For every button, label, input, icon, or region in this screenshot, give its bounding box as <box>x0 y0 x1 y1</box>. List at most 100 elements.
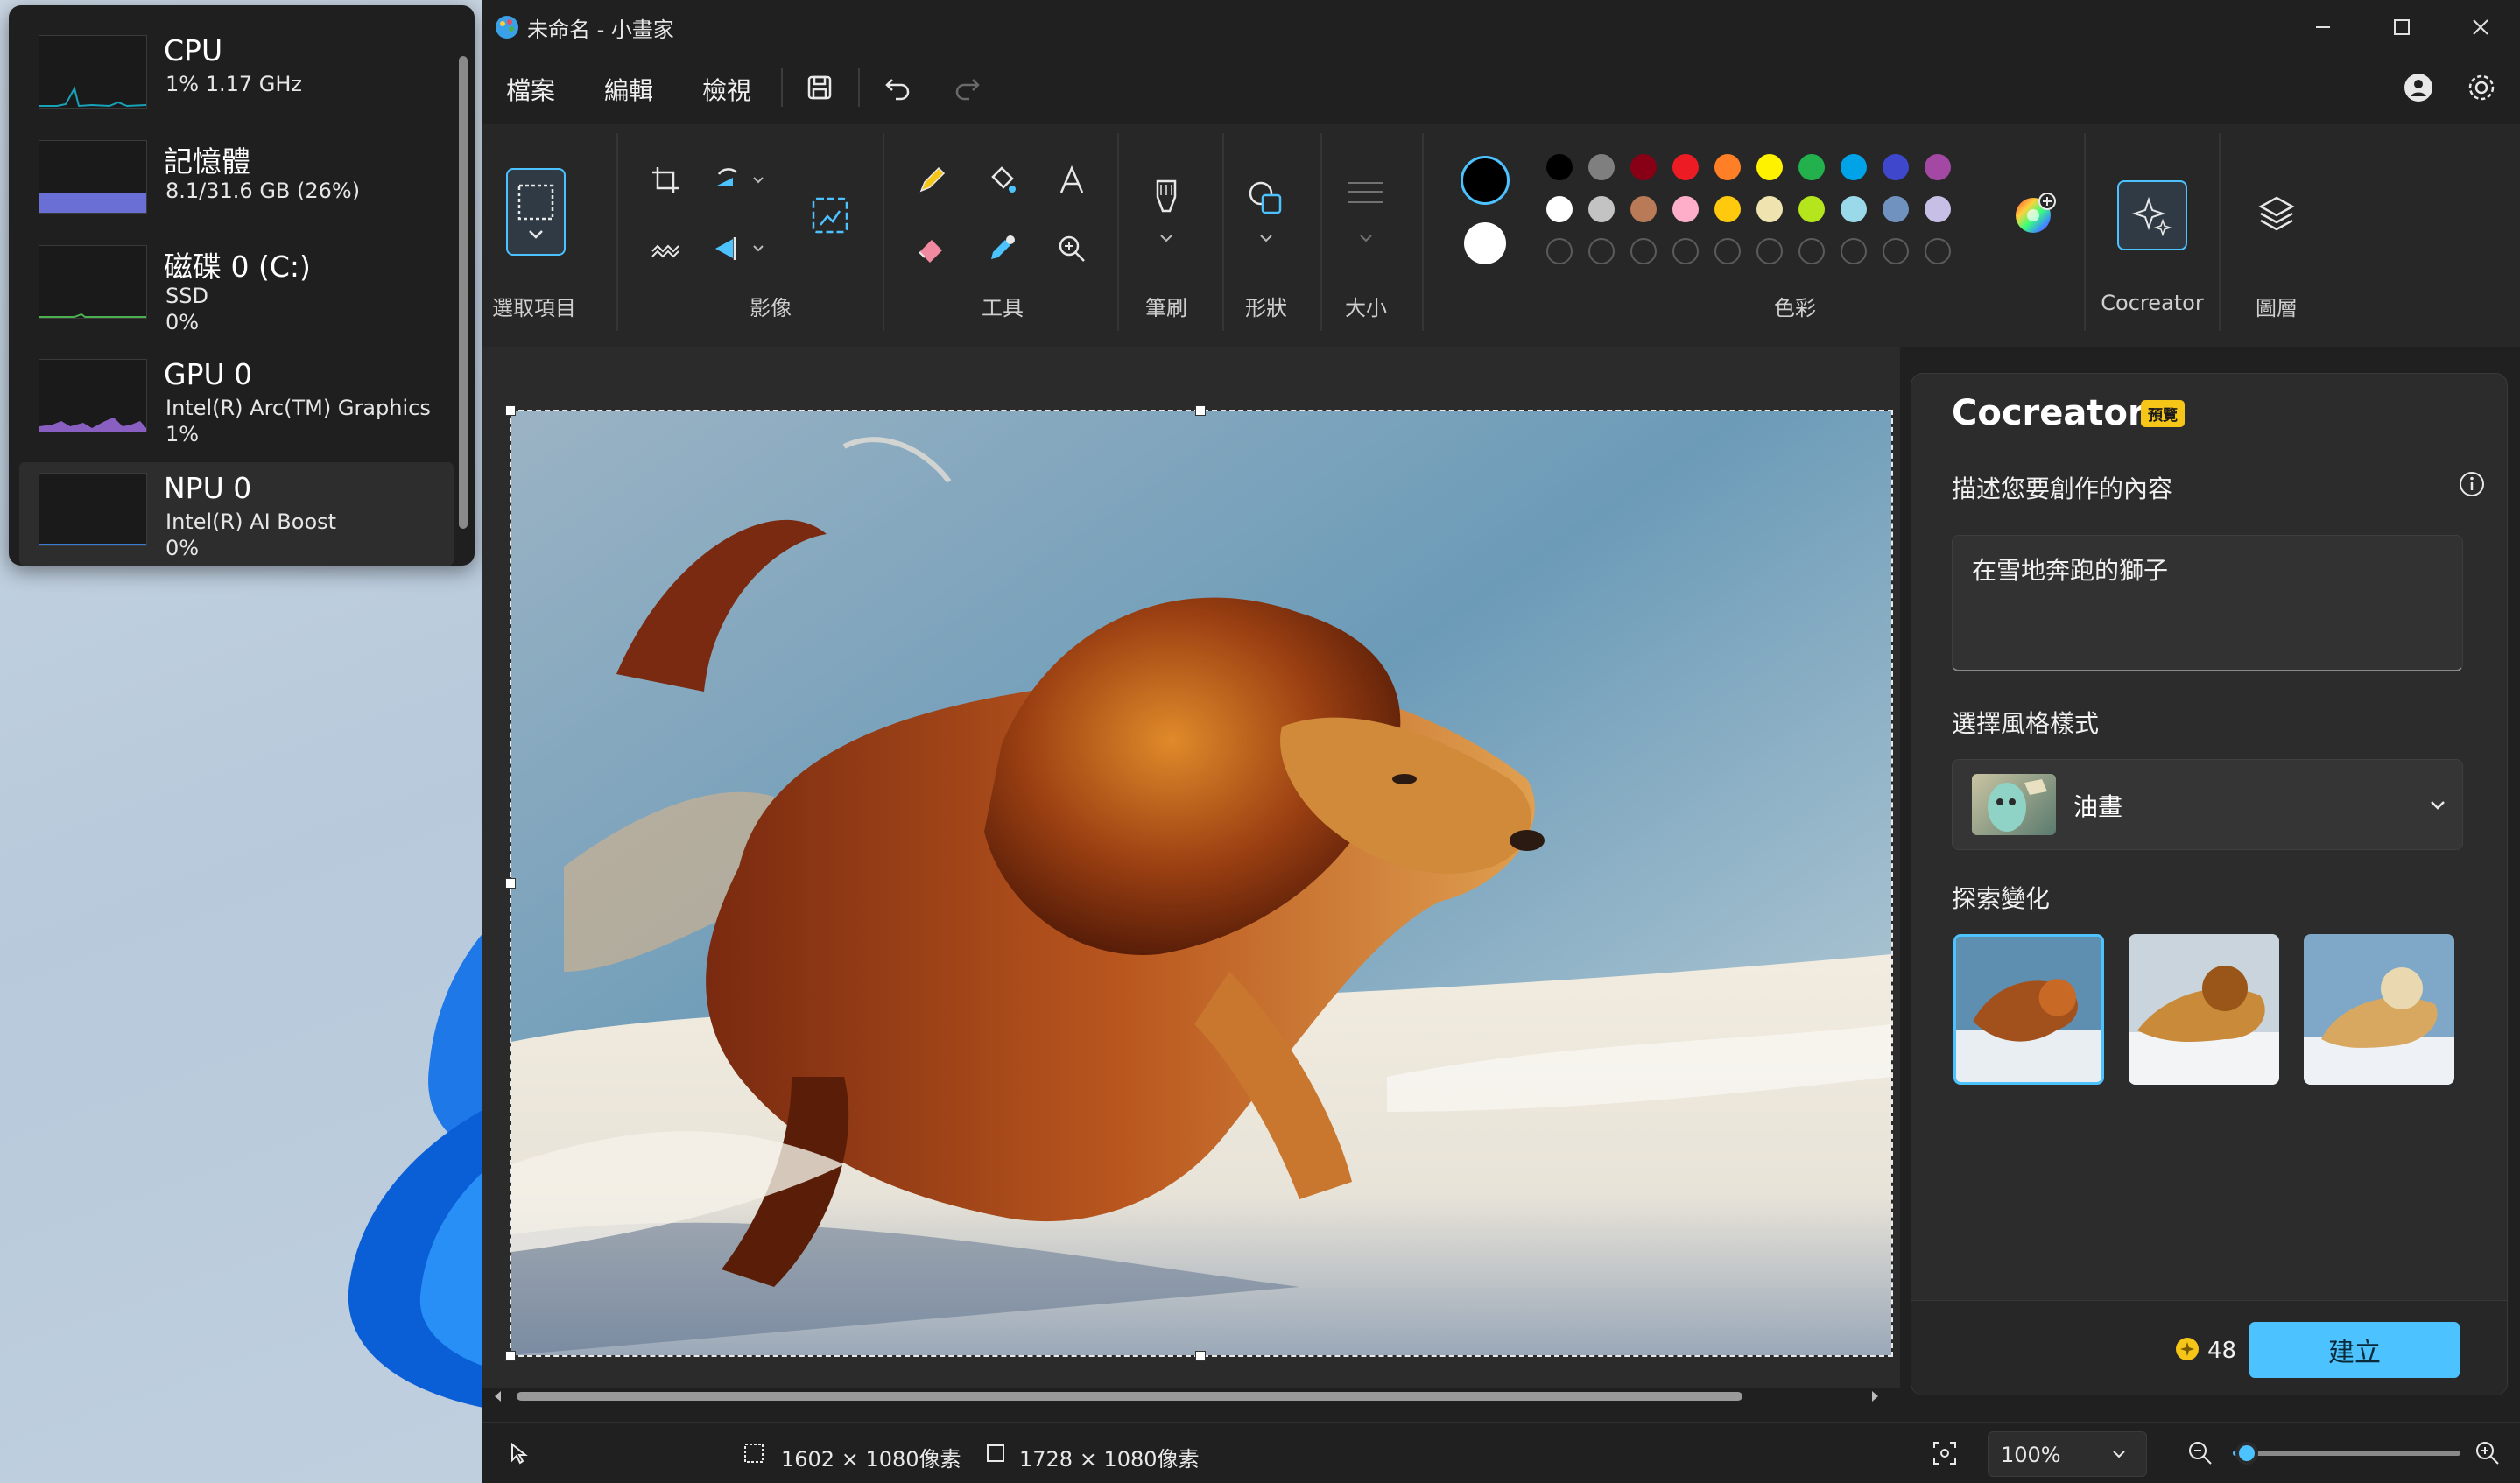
minimize-button[interactable] <box>2289 5 2357 49</box>
undo-button[interactable] <box>879 68 918 107</box>
custom-color-slot[interactable] <box>1883 238 1909 264</box>
save-button[interactable] <box>800 68 839 107</box>
custom-color-slot[interactable] <box>1714 238 1741 264</box>
color-swatch[interactable] <box>1546 154 1573 180</box>
menu-view[interactable]: 檢視 <box>702 72 751 107</box>
magnifier-tool[interactable] <box>1047 224 1096 273</box>
zoom-dropdown[interactable]: 100% <box>1988 1431 2147 1477</box>
color-swatch[interactable] <box>1841 154 1867 180</box>
layers-button[interactable] <box>2252 189 2301 238</box>
custom-color-slot[interactable] <box>1546 238 1573 264</box>
resize-handle[interactable] <box>505 405 516 416</box>
close-button[interactable] <box>2446 5 2515 49</box>
color-swatch[interactable] <box>1798 154 1825 180</box>
variation-thumbnail-1[interactable] <box>1953 934 2104 1085</box>
pencil-tool[interactable] <box>907 156 956 205</box>
color-swatch[interactable] <box>1883 154 1909 180</box>
perf-item-cpu[interactable]: CPU 1% 1.17 GHz <box>19 25 454 128</box>
settings-button[interactable] <box>2462 68 2501 107</box>
flip-button[interactable] <box>706 224 776 273</box>
color-swatch[interactable] <box>1925 154 1951 180</box>
style-dropdown[interactable]: 油畫 <box>1952 759 2463 850</box>
ribbon-divider <box>1422 133 1424 331</box>
resize-handle[interactable] <box>1195 405 1206 416</box>
resize-handle[interactable] <box>1195 1351 1206 1361</box>
color-swatch[interactable] <box>1883 196 1909 222</box>
resize-handle[interactable] <box>505 878 516 889</box>
remove-background-button[interactable] <box>641 224 690 273</box>
memory-graph <box>39 140 147 214</box>
secondary-color-swatch[interactable] <box>1464 222 1506 264</box>
scroll-right-icon[interactable] <box>1867 1388 1883 1404</box>
color-swatch[interactable] <box>1588 154 1615 180</box>
fill-tool[interactable] <box>977 156 1026 205</box>
cocreator-button[interactable] <box>2117 180 2187 250</box>
rotate-icon <box>715 168 764 186</box>
color-swatch[interactable] <box>1630 154 1657 180</box>
drawing-canvas[interactable] <box>510 410 1893 1357</box>
scrollbar-thumb[interactable] <box>517 1392 1742 1401</box>
status-bar: 1602 × 1080像素 1728 × 1080像素 100% <box>482 1422 2520 1483</box>
redo-button[interactable] <box>947 68 986 107</box>
primary-color-swatch[interactable] <box>1461 156 1510 205</box>
rotate-button[interactable] <box>706 156 776 205</box>
color-swatch[interactable] <box>1756 154 1783 180</box>
size-button[interactable] <box>1333 172 1399 259</box>
perf-item-npu[interactable]: NPU 0 Intel(R) AI Boost 0% <box>19 462 454 566</box>
canvas-area[interactable] <box>482 347 1900 1402</box>
zoom-slider[interactable] <box>2233 1442 2460 1465</box>
paint-window: 未命名 - 小畫家 檔案 編輯 檢視 選取項目 影像 工具 筆刷 形狀 大小 色… <box>482 0 2520 1483</box>
selection-tool-button[interactable] <box>506 168 566 256</box>
resize-handle[interactable] <box>505 1351 516 1361</box>
perf-item-memory[interactable]: 記憶體 8.1/31.6 GB (26%) <box>19 130 454 233</box>
color-swatch[interactable] <box>1798 196 1825 222</box>
prompt-textarea[interactable]: 在雪地奔跑的獅子 <box>1952 535 2463 671</box>
variation-thumbnail-2[interactable] <box>2129 934 2279 1085</box>
brush-button[interactable] <box>1133 172 1200 259</box>
variation-thumbnail-3[interactable] <box>2304 934 2454 1085</box>
create-button[interactable]: 建立 <box>2249 1322 2460 1378</box>
eraser-tool[interactable] <box>907 224 956 273</box>
zoom-slider-thumb[interactable] <box>2235 1442 2258 1465</box>
color-swatch[interactable] <box>1588 196 1615 222</box>
custom-color-slot[interactable] <box>1672 238 1699 264</box>
perf-item-disk[interactable]: 磁碟 0 (C:) SSD 0% <box>19 235 454 338</box>
color-picker-tool[interactable] <box>977 224 1026 273</box>
account-button[interactable] <box>2399 68 2438 107</box>
perf-scrollbar[interactable] <box>459 56 468 529</box>
color-swatch[interactable] <box>1925 196 1951 222</box>
color-swatch[interactable] <box>1672 154 1699 180</box>
crop-button[interactable] <box>641 156 690 205</box>
ribbon-divider <box>2219 133 2221 331</box>
color-swatch[interactable] <box>1714 196 1741 222</box>
menu-edit[interactable]: 編輯 <box>604 72 653 107</box>
preview-badge: 預覽 <box>2141 400 2185 427</box>
color-swatch[interactable] <box>1672 196 1699 222</box>
info-icon[interactable] <box>2458 470 2486 498</box>
custom-color-slot[interactable] <box>1798 238 1825 264</box>
fit-to-window-button[interactable] <box>1932 1440 1958 1466</box>
custom-color-slot[interactable] <box>1588 238 1615 264</box>
horizontal-scrollbar[interactable] <box>490 1387 1883 1406</box>
custom-color-slot[interactable] <box>1841 238 1867 264</box>
color-swatch[interactable] <box>1841 196 1867 222</box>
edit-colors-button[interactable] <box>2010 189 2059 238</box>
window-title: 未命名 - 小畫家 <box>527 18 674 42</box>
custom-color-slot[interactable] <box>1756 238 1783 264</box>
zoom-out-button[interactable] <box>2187 1440 2214 1466</box>
custom-color-slot[interactable] <box>1630 238 1657 264</box>
color-swatch[interactable] <box>1756 196 1783 222</box>
zoom-in-button[interactable] <box>2474 1440 2501 1466</box>
shapes-button[interactable] <box>1233 172 1299 259</box>
resize-image-button[interactable] <box>806 191 855 240</box>
color-swatch[interactable] <box>1546 196 1573 222</box>
menu-file[interactable]: 檔案 <box>506 72 555 107</box>
perf-item-gpu[interactable]: GPU 0 Intel(R) Arc(TM) Graphics 1% <box>19 348 454 452</box>
color-swatch[interactable] <box>1630 196 1657 222</box>
scroll-left-icon[interactable] <box>490 1388 506 1404</box>
color-swatch[interactable] <box>1714 154 1741 180</box>
custom-color-slot[interactable] <box>1925 238 1951 264</box>
gpu-graph <box>39 359 147 432</box>
maximize-button[interactable] <box>2368 5 2436 49</box>
text-tool[interactable] <box>1047 156 1096 205</box>
